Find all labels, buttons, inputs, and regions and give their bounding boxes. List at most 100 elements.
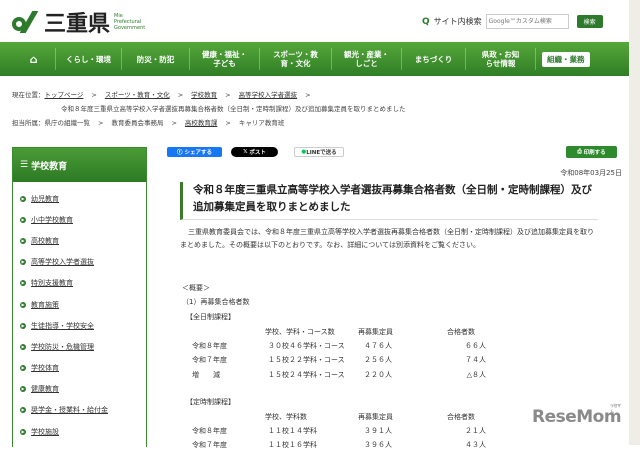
search-button[interactable]: 検索 — [576, 15, 603, 28]
table-cell: 令和７年度 — [192, 441, 227, 450]
sidebar-link[interactable]: 教育施策 — [31, 300, 59, 310]
menu-icon: ☰ — [20, 160, 29, 170]
sidebar-link[interactable]: 生徒指導・学校安全 — [31, 321, 94, 331]
overview-heading: ＜概要＞ — [182, 284, 210, 292]
sidebar-link[interactable]: 小中学校教育 — [31, 215, 73, 225]
site-logo[interactable]: 三重県 Mie Prefectural Government — [12, 6, 145, 38]
arrow-bullet-icon: ▶ — [20, 322, 26, 329]
sidebar-item[interactable]: ▶ 学校防災・危機管理 — [13, 336, 146, 357]
sidebar-item[interactable]: ▶ 高等学校入学者選抜 — [13, 252, 146, 273]
table-cell: ２５６人 — [364, 356, 392, 365]
nav-item[interactable]: くらし・環境 — [56, 48, 122, 70]
site-search: Q サイト内検索 検索 — [422, 14, 603, 29]
sidebar-item[interactable]: ▶ 健康教育 — [13, 379, 146, 400]
breadcrumb-link[interactable]: 高等学校入学者選抜 — [239, 91, 298, 99]
dept-link[interactable]: 高校教育課 — [185, 119, 218, 127]
sidebar-link[interactable]: 奨学金・授業料・給付金 — [31, 405, 108, 415]
arrow-bullet-icon: ▶ — [20, 237, 26, 244]
table-cell: 令和８年度 — [192, 342, 227, 350]
table-cell: １１校１４学科 — [268, 427, 317, 435]
sidebar-link[interactable]: 高等学校入学者選抜 — [31, 257, 94, 267]
page-title: 令和８年度三重県立高等学校入学者選抜再募集合格者数（全日制・定時制課程）及び追加… — [180, 182, 598, 220]
sidebar-item[interactable]: ▶ 幼児教育 — [13, 188, 146, 209]
table-cell: ６６人 — [465, 342, 486, 350]
table-header: 再募集定員 — [358, 328, 393, 336]
table-cell: ３９１人 — [364, 427, 392, 435]
sidebar-link[interactable]: 健康教育 — [31, 384, 59, 394]
sidebar-link[interactable]: 高校教育 — [31, 236, 59, 246]
table-header: 再募集定員 — [358, 413, 393, 421]
facebook-share-button[interactable]: ⓕ シェアする — [167, 147, 222, 157]
table-cell: 増 減 — [192, 370, 220, 379]
nav-item[interactable]: 健康・福祉・子ども — [190, 48, 260, 70]
table-header: 学校、学科数 — [265, 413, 307, 421]
table-cell: ２１人 — [465, 427, 486, 435]
arrow-bullet-icon: ▶ — [20, 365, 26, 372]
site-header: 三重県 MiePrefecturalGovernment Q サイト内検索 検索 — [0, 0, 629, 42]
arrow-bullet-icon: ▶ — [20, 259, 26, 266]
facebook-icon: ⓕ — [177, 150, 185, 156]
table-cell: １１校１６学科 — [268, 441, 317, 450]
table-cell: ２２０人 — [364, 370, 392, 379]
table-cell: ４３人 — [465, 441, 486, 450]
breadcrumb-link[interactable]: スポーツ・教育・文化 — [105, 91, 170, 99]
breadcrumb: 現在位置：トップページ > スポーツ・教育・文化 > 学校教育 > 高等学校入学者選抜 > — [12, 91, 311, 99]
x-post-button[interactable]: 𝕏 ポスト — [231, 147, 278, 157]
arrow-bullet-icon: ▶ — [20, 280, 26, 287]
prefecture-emblem-icon — [12, 11, 39, 33]
arrow-bullet-icon: ▶ — [20, 407, 26, 414]
sidebar-item[interactable]: ▶ 学校施設 — [13, 421, 146, 442]
table-cell: ３９６人 — [364, 441, 392, 450]
sidebar-link[interactable]: 学校体育 — [31, 363, 59, 373]
resemom-watermark: ReseMom リセマム — [532, 403, 622, 427]
nav-item[interactable]: 防災・防犯 — [122, 48, 190, 70]
sidebar-item[interactable]: ▶ 生徒指導・学校安全 — [13, 315, 146, 336]
nav-item-active[interactable]: 組織・業務 — [542, 51, 590, 67]
home-icon[interactable]: ⌂ — [12, 48, 56, 70]
page-margin — [629, 0, 640, 445]
search-icon: Q — [422, 16, 430, 27]
sidebar-link[interactable]: 特別支援教育 — [31, 278, 73, 288]
table-cell: ７４人 — [465, 356, 486, 365]
line-share-button[interactable]: ● LINEで送る — [294, 147, 344, 157]
breadcrumb-current: 令和８年度三重県立高等学校入学者選抜再募集合格者数（全日制・定時制課程）及び追加… — [61, 105, 406, 113]
search-input[interactable] — [485, 14, 569, 29]
publish-date: 令和08年03月25日 — [560, 169, 622, 177]
breadcrumb-link[interactable]: トップページ — [45, 91, 84, 99]
sidebar-item[interactable]: ▶ 学校体育 — [13, 358, 146, 379]
breadcrumb-link[interactable]: 学校教育 — [191, 91, 217, 99]
article-body: 三重県教育委員会では、令和８年度三重県立高等学校入学者選抜再募集合格者数（全日制… — [180, 228, 594, 249]
sidebar: ☰ 学校教育 ▶ 幼児教育 ▶ 小中学校教育 ▶ 高校教育 ▶ 高等学校入学者選抜 ▶ 特別支援教育… — [12, 147, 147, 447]
nav-item[interactable]: まちづくり — [402, 48, 466, 70]
nav-item[interactable]: 県政・お知らせ情報 — [466, 48, 536, 70]
arrow-bullet-icon: ▶ — [20, 428, 26, 435]
table-header: 合格者数 — [447, 413, 475, 421]
nav-item[interactable]: 観光・産業・しごと — [332, 48, 402, 70]
section-heading: （1）再募集合格者数 — [182, 298, 250, 306]
sidebar-link[interactable]: 学校防災・危機管理 — [31, 342, 94, 352]
course-label: 【定時制課程】 — [186, 398, 235, 406]
table-cell: ４７６人 — [364, 342, 392, 350]
sidebar-link[interactable]: 学校施設 — [31, 427, 59, 437]
print-button[interactable]: ⎙ 印刷する — [566, 146, 617, 158]
table-header: 合格者数 — [447, 328, 475, 336]
sidebar-item[interactable]: ▶ 奨学金・授業料・給付金 — [13, 400, 146, 421]
dept-link[interactable]: 県庁の組織一覧 — [45, 119, 91, 127]
table-cell: 令和８年度 — [192, 427, 227, 435]
sidebar-title: ☰ 学校教育 — [13, 148, 146, 182]
sidebar-item[interactable]: ▶ 小中学校教育 — [13, 209, 146, 230]
arrow-bullet-icon: ▶ — [20, 195, 26, 202]
sidebar-item[interactable]: ▶ 教育施策 — [13, 294, 146, 315]
table-cell: △８人 — [466, 370, 486, 379]
arrow-bullet-icon: ▶ — [20, 301, 26, 308]
table-header: 学校、学科・コース数 — [265, 328, 335, 336]
nav-item[interactable]: スポーツ・教育・文化 — [260, 48, 332, 70]
global-nav: ⌂ くらし・環境 防災・防犯 健康・福祉・子ども スポーツ・教育・文化 観光・産… — [0, 42, 629, 76]
sidebar-item[interactable]: ▶ 高校教育 — [13, 230, 146, 251]
sidebar-item[interactable]: ▶ 特別支援教育 — [13, 273, 146, 294]
arrow-bullet-icon: ▶ — [20, 343, 26, 350]
arrow-bullet-icon: ▶ — [20, 216, 26, 223]
course-label: 【全日制課程】 — [186, 313, 235, 321]
sidebar-link[interactable]: 幼児教育 — [31, 194, 59, 204]
arrow-bullet-icon: ▶ — [20, 386, 26, 393]
